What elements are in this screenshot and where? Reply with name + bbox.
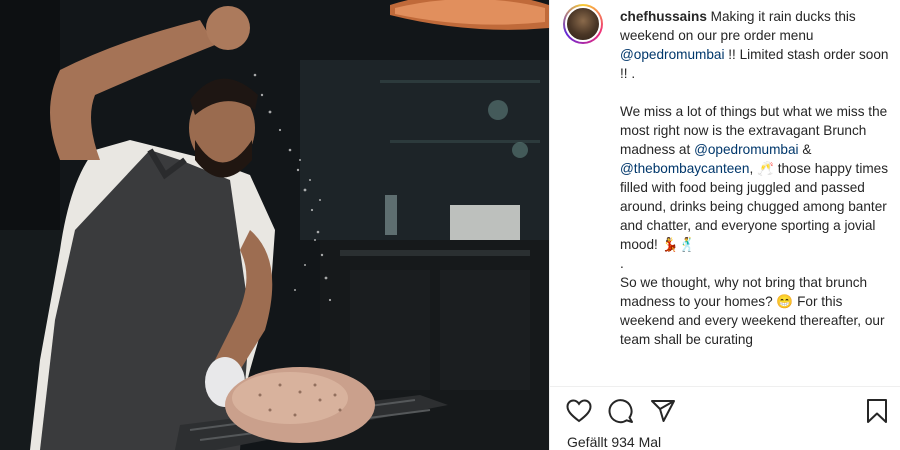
post-photo[interactable] (0, 0, 549, 450)
likes-count[interactable]: Gefällt 934 Mal (567, 434, 661, 450)
paper-plane-icon (651, 400, 675, 422)
bookmark-icon (867, 399, 887, 423)
mention-thebombaycanteen[interactable]: @thebombaycanteen (620, 161, 749, 176)
username-link[interactable]: chefhussains (620, 9, 707, 24)
post-side-panel: chefhussains Making it rain ducks this w… (549, 0, 900, 450)
chef-salting-duck-image (0, 0, 549, 450)
caption-gap (620, 83, 890, 102)
mention-opedromumbai[interactable]: @opedromumbai (694, 142, 798, 157)
save-button[interactable] (862, 396, 892, 426)
caption-paragraph-1: chefhussains Making it rain ducks this w… (620, 7, 890, 83)
caption-paragraph-2: We miss a lot of things but what we miss… (620, 102, 890, 254)
caption-paragraph-3: So we thought, why not bring that brunch… (620, 275, 885, 347)
post-actions (564, 396, 889, 426)
caption-scroll-area[interactable]: chefhussains Making it rain ducks this w… (550, 0, 900, 386)
mention-opedromumbai[interactable]: @opedromumbai (620, 47, 724, 62)
share-button[interactable] (648, 396, 678, 426)
divider (550, 386, 900, 387)
post-caption: chefhussains Making it rain ducks this w… (620, 7, 890, 349)
heart-icon (566, 399, 592, 423)
avatar-image (565, 6, 601, 42)
comment-button[interactable] (606, 396, 636, 426)
avatar[interactable] (563, 4, 603, 44)
caption-text: & (798, 142, 812, 157)
like-button[interactable] (564, 396, 594, 426)
comment-icon (608, 399, 633, 424)
caption-dot: . (620, 256, 624, 271)
